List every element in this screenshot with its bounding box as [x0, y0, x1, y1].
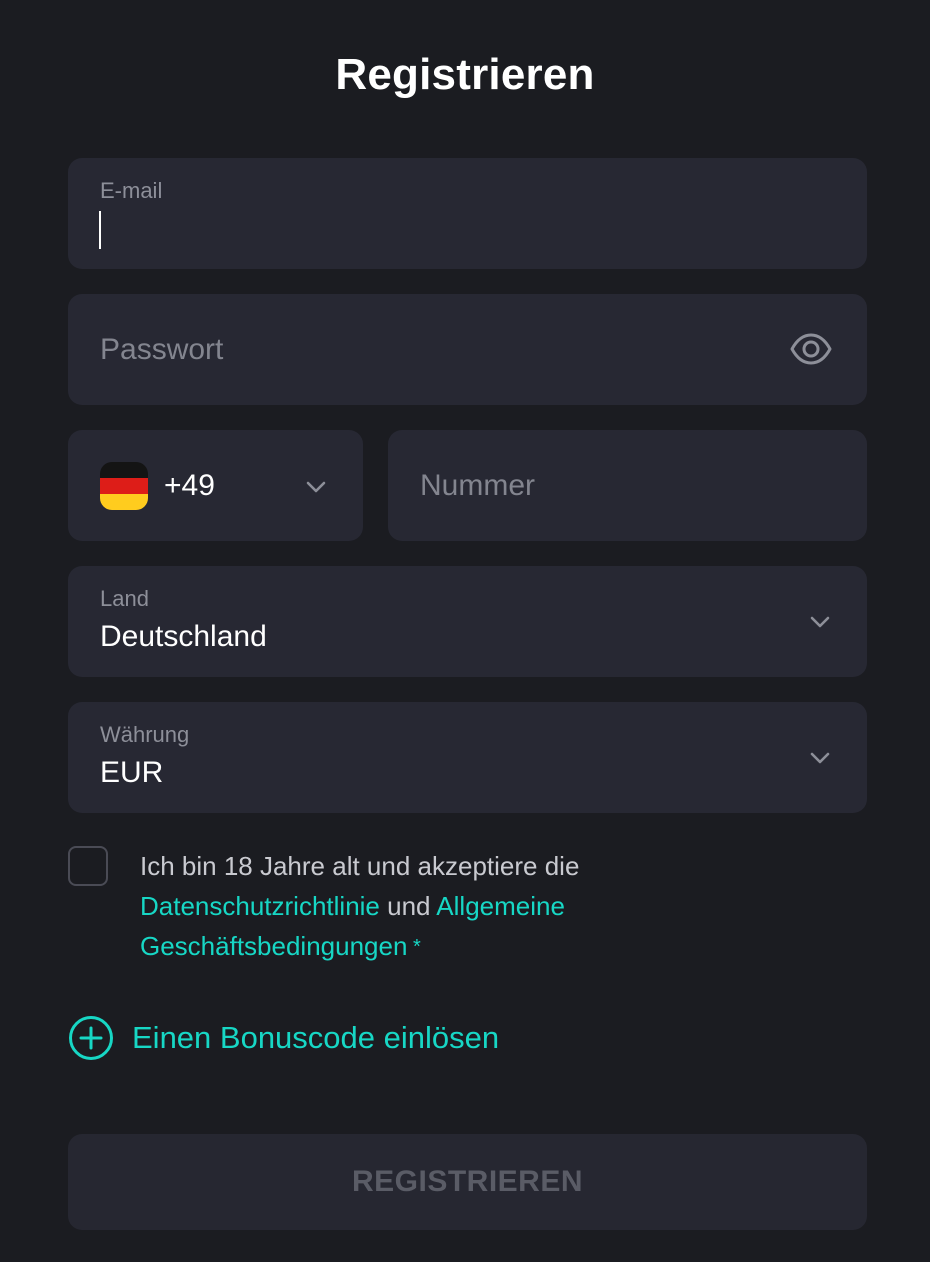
chevron-down-icon	[305, 480, 327, 494]
bonus-code-label: Einen Bonuscode einlösen	[132, 1020, 500, 1055]
eye-icon[interactable]	[790, 331, 832, 367]
email-label: E-mail	[100, 178, 163, 203]
privacy-policy-link[interactable]: Datenschutzrichtlinie	[140, 891, 380, 921]
phone-country-select[interactable]: +49	[68, 430, 363, 541]
bonus-code-toggle[interactable]: Einen Bonuscode einlösen	[68, 1014, 499, 1062]
country-select[interactable]: Land Deutschland	[68, 566, 867, 677]
germany-flag-icon	[100, 462, 148, 510]
email-field[interactable]: E-mail	[68, 158, 867, 269]
phone-number-placeholder: Nummer	[420, 468, 536, 502]
consent-text-before: Ich bin 18 Jahre alt und akzeptiere die	[140, 851, 580, 881]
chevron-down-icon	[809, 615, 831, 629]
text-caret	[99, 211, 101, 249]
phone-number-field[interactable]: Nummer	[388, 430, 867, 541]
plus-circle-icon	[69, 1016, 113, 1060]
currency-value: EUR	[100, 756, 164, 789]
age-terms-checkbox[interactable]	[68, 846, 108, 886]
register-button[interactable]: REGISTRIEREN	[68, 1134, 867, 1230]
currency-label: Währung	[100, 722, 190, 747]
consent-text: Ich bin 18 Jahre alt und akzeptiere die …	[140, 846, 660, 967]
password-placeholder: Passwort	[100, 332, 224, 366]
phone-country-code: +49	[164, 468, 215, 502]
page-title: Registrieren	[335, 50, 595, 99]
password-field[interactable]: Passwort	[68, 294, 867, 405]
country-value: Deutschland	[100, 620, 267, 653]
country-label: Land	[100, 586, 149, 611]
registration-page: Registrieren E-mail Passwort +49 Nummer	[0, 0, 930, 1262]
required-mark: *	[407, 936, 421, 958]
currency-select[interactable]: Währung EUR	[68, 702, 867, 813]
chevron-down-icon	[809, 751, 831, 765]
consent-text-between: und	[379, 891, 437, 921]
